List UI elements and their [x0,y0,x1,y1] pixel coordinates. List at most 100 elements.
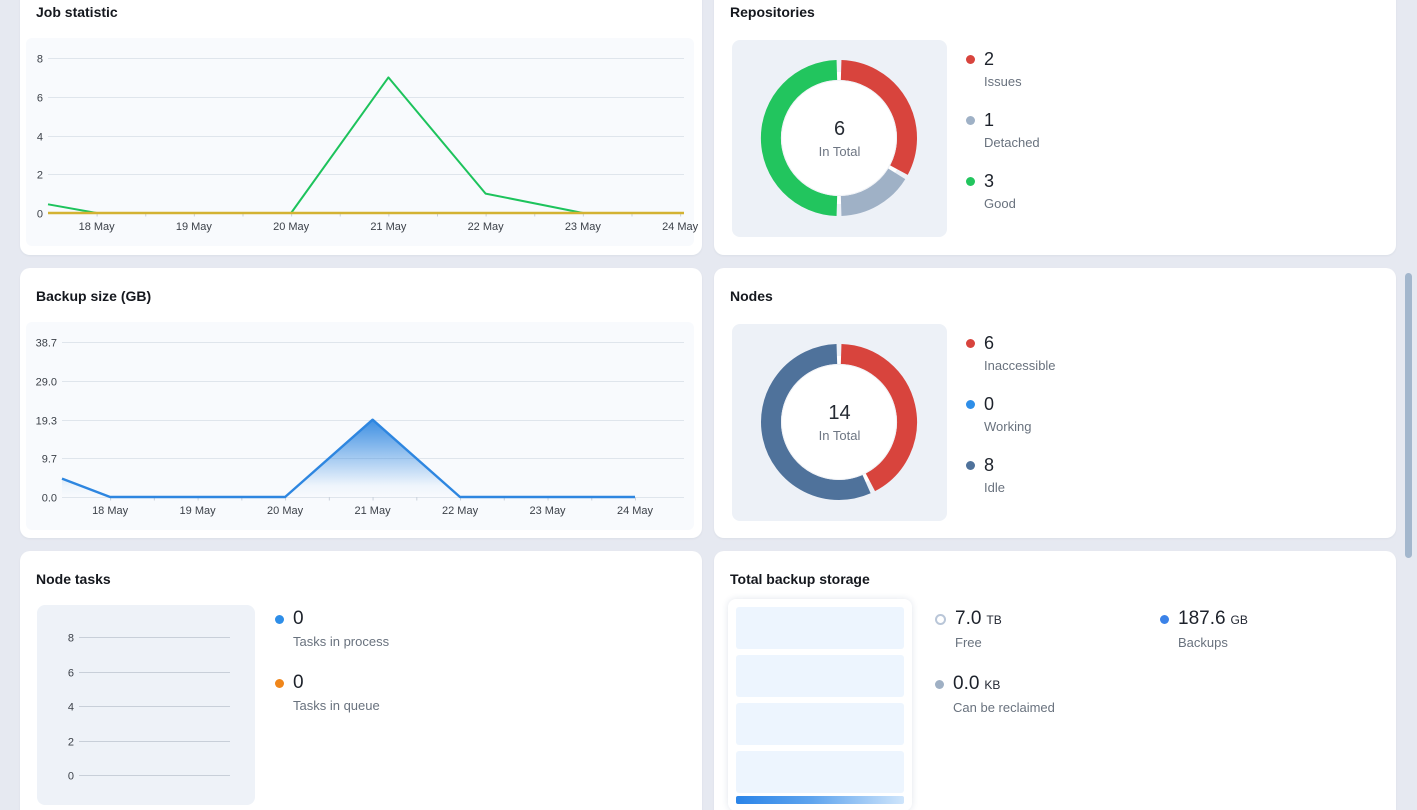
storage-stat-free-marker-icon [935,614,946,625]
vertical-scrollbar-thumb[interactable] [1405,273,1412,558]
storage-stat-can-be-reclaimed: 0.0KB Can be reclaimed [935,673,1160,717]
node-tasks-title: Node tasks [36,571,111,587]
svg-text:23 May: 23 May [529,505,566,517]
nodes-legend-idle-value: 8 [984,454,1005,476]
nodes-legend-idle-marker-icon [966,461,975,470]
svg-text:21 May: 21 May [355,505,392,517]
svg-text:18 May: 18 May [92,505,129,517]
card-repositories: Repositories 6 In Total 2Issues1Detached… [714,0,1396,255]
nodes-legend-inaccessible-value: 6 [984,332,1056,354]
svg-text:19 May: 19 May [180,505,217,517]
node-tasks-legend: 0 Tasks in process 0 Tasks in queue [275,608,389,715]
repositories-legend-good: 3 Good [966,170,1040,213]
storage-gauge-slot [736,655,904,697]
storage-stat-backups-marker-icon [1160,615,1169,624]
repositories-legend-detached-value: 1 [984,109,1040,131]
svg-text:20 May: 20 May [267,505,304,517]
storage-stat-backups-unit: GB [1231,613,1248,627]
svg-text:38.7: 38.7 [36,338,57,350]
repositories-title: Repositories [730,4,815,20]
nodes-donut-chart [739,322,939,522]
card-total-backup-storage: Total backup storage 7.0TB Free 187.6GB Bac… [714,551,1396,810]
repositories-legend: 2 Issues 1 Detached 3 Good [966,48,1040,213]
storage-stat-free: 7.0TB Free [935,608,1160,652]
svg-text:22 May: 22 May [468,221,505,233]
svg-text:8: 8 [37,54,43,66]
node-tasks-legend-item-1-marker-icon [275,679,284,688]
total-backup-storage-title: Total backup storage [730,571,870,587]
nodes-legend-idle: 8 Idle [966,454,1056,497]
card-node-tasks: Node tasks 0 2 4 6 8 0 Tasks in process 0 Tasks… [20,551,702,810]
storage-stat-can-be-reclaimed-unit: KB [984,678,1000,692]
nodes-title: Nodes [730,288,773,304]
repositories-legend-issues-value: 2 [984,48,1022,70]
svg-text:18 May: 18 May [79,221,116,233]
node-tasks-legend-item-1-value: 0 [293,672,380,694]
repositories-legend-good-marker-icon [966,177,975,186]
nodes-legend-inaccessible-marker-icon [966,339,975,348]
repositories-legend-issues-marker-icon [966,55,975,64]
svg-text:6: 6 [68,668,74,680]
storage-stat-free-label: Free [955,633,1002,652]
storage-gauge-slot [736,607,904,649]
storage-stat-can-be-reclaimed-value: 0.0KB [953,673,1055,696]
storage-gauge-fill-bar [736,796,904,804]
node-tasks-legend-item-1: 0 Tasks in queue [275,672,389,715]
dashboard-page: Job statistic 0246818 May19 May20 May21 … [0,0,1417,810]
svg-text:29.0: 29.0 [36,377,57,389]
card-nodes: Nodes 14 In Total 6 Inaccessible 0 Working 8… [714,268,1396,538]
storage-stat-can-be-reclaimed-label: Can be reclaimed [953,698,1055,717]
nodes-legend-working-marker-icon [966,400,975,409]
nodes-legend-idle-label: Idle [984,478,1005,497]
svg-text:0.0: 0.0 [42,493,57,505]
storage-stat-can-be-reclaimed-marker-icon [935,680,944,689]
svg-text:0: 0 [37,209,43,221]
storage-stat-free-unit: TB [986,613,1001,627]
node-tasks-legend-item-0-label: Tasks in process [293,632,389,651]
repositories-legend-good-label: Good [984,194,1016,213]
svg-text:4: 4 [68,702,74,714]
job-statistic-line-chart: 0246818 May19 May20 May21 May22 May23 Ma… [20,0,702,255]
svg-text:22 May: 22 May [442,505,479,517]
repositories-legend-issues: 2 Issues [966,48,1040,91]
svg-text:20 May: 20 May [273,221,310,233]
backup-size-area-chart: 0.0 9.7 19.3 29.0 38.7 18 May 19 May 20 May 21 M… [20,268,702,538]
card-job-statistic: Job statistic 0246818 May19 May20 May21 … [20,0,702,255]
node-tasks-legend-item-0-value: 0 [293,608,389,630]
repositories-donut-chart [739,38,939,238]
repositories-legend-issues-label: Issues [984,72,1022,91]
storage-gauge-slot [736,703,904,745]
repositories-legend-detached-marker-icon [966,116,975,125]
svg-text:19.3: 19.3 [36,416,57,428]
nodes-legend-inaccessible-label: Inaccessible [984,356,1056,375]
svg-text:23 May: 23 May [565,221,602,233]
nodes-legend-inaccessible: 6 Inaccessible [966,332,1056,375]
repositories-legend-detached-label: Detached [984,133,1040,152]
nodes-legend-working-value: 0 [984,393,1031,415]
repositories-legend-detached: 1 Detached [966,109,1040,152]
svg-text:4: 4 [37,132,43,144]
nodes-legend: 6 Inaccessible 0 Working 8 Idle [966,332,1056,497]
storage-gauge [728,599,912,810]
svg-text:2: 2 [68,737,74,749]
svg-text:19 May: 19 May [176,221,213,233]
svg-text:9.7: 9.7 [42,454,57,466]
storage-stats: 7.0TB Free 187.6GB Backups 0.0KB Can be recla… [935,608,1248,717]
storage-stat-backups-value: 187.6GB [1178,608,1248,631]
node-tasks-legend-item-1-label: Tasks in queue [293,696,380,715]
storage-stat-backups-label: Backups [1178,633,1248,652]
storage-stat-backups: 187.6GB Backups [1160,608,1248,652]
svg-text:24 May: 24 May [662,221,699,233]
node-tasks-legend-item-0: 0 Tasks in process [275,608,389,651]
nodes-legend-working-label: Working [984,417,1031,436]
storage-stat-free-value: 7.0TB [955,608,1002,631]
card-backup-size: Backup size (GB) 0.09.719.329.038.718 Ma… [20,268,702,538]
nodes-legend-working: 0 Working [966,393,1056,436]
svg-text:6: 6 [37,93,43,105]
node-tasks-legend-item-0-marker-icon [275,615,284,624]
svg-text:8: 8 [68,633,74,645]
nodes-donut-panel: 14 In Total [732,324,947,521]
svg-text:0: 0 [68,771,74,783]
repositories-legend-good-value: 3 [984,170,1016,192]
svg-text:2: 2 [37,170,43,182]
